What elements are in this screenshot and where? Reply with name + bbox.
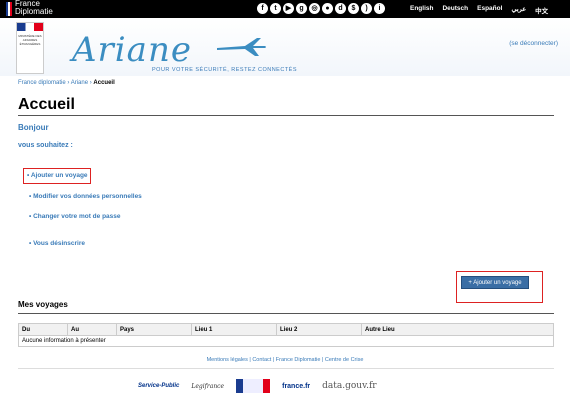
twitter-icon[interactable]: t (270, 3, 281, 14)
site-header: MINISTÈRE DES AFFAIRES ÉTRANGÈRES Ariane… (0, 18, 570, 76)
divider (18, 313, 554, 314)
service-public-logo[interactable]: Service-Public (138, 383, 179, 389)
lang-deutsch[interactable]: Deutsch (442, 5, 468, 15)
footer-logos: Service-Public Legifrance france.fr data… (138, 379, 377, 393)
facebook-icon[interactable]: f (257, 3, 268, 14)
app-logo[interactable]: Ariane (72, 30, 192, 70)
top-bar: France Diplomatie f t ▶ g ◎ ● d $ ) i En… (0, 0, 570, 18)
trips-table: Du Au Pays Lieu 1 Lieu 2 Autre Lieu Aucu… (18, 323, 554, 347)
youtube-icon[interactable]: ▶ (283, 3, 294, 14)
flag-icon (6, 2, 12, 16)
add-trip-button[interactable]: + Ajouter un voyage (461, 276, 529, 289)
table-row: Aucune information à présenter (18, 335, 554, 347)
add-trip-link[interactable]: • Ajouter un voyage (27, 172, 88, 179)
change-password-link[interactable]: • Changer votre mot de passe (29, 213, 121, 220)
data-gouv-logo[interactable]: data.gouv.fr (322, 381, 376, 391)
column-header-au[interactable]: Au (67, 323, 117, 336)
ministry-logo[interactable]: MINISTÈRE DES AFFAIRES ÉTRANGÈRES (16, 22, 44, 74)
lang-english[interactable]: English (410, 5, 433, 15)
trips-title: Mes voyages (18, 300, 68, 309)
lang-espanol[interactable]: Español (477, 5, 502, 15)
empty-message: Aucune information à présenter (18, 335, 554, 347)
instagram-icon[interactable]: ◎ (309, 3, 320, 14)
plane-icon (217, 38, 266, 56)
column-header-pays[interactable]: Pays (116, 323, 192, 336)
unsubscribe-link[interactable]: • Vous désinscrire (29, 240, 85, 247)
edit-personal-data-link[interactable]: • Modifier vos données personnelles (29, 193, 142, 200)
breadcrumb-item-ariane[interactable]: Ariane (71, 80, 88, 86)
france-diplomatie-logo[interactable]: France Diplomatie (6, 0, 64, 17)
footer-links[interactable]: Mentions légales | Contact | France Dipl… (0, 357, 570, 363)
info-icon[interactable]: i (374, 3, 385, 14)
column-header-du[interactable]: Du (18, 323, 68, 336)
app-slogan: POUR VOTRE SÉCURITÉ, RESTEZ CONNECTÉS (152, 67, 298, 73)
googleplus-icon[interactable]: g (296, 3, 307, 14)
rss-icon[interactable]: ) (361, 3, 372, 14)
gouvernement-logo[interactable] (236, 379, 271, 393)
lang-arabic[interactable]: عربي (511, 5, 526, 15)
divider (18, 115, 554, 116)
column-header-lieu-1[interactable]: Lieu 1 (191, 323, 277, 336)
social-icons: f t ▶ g ◎ ● d $ ) i (257, 3, 385, 14)
divider (18, 368, 554, 369)
lang-chinese[interactable]: 中文 (535, 5, 548, 15)
breadcrumb: France diplomatie › Ariane › Accueil (18, 80, 115, 86)
dailymotion-icon[interactable]: d (335, 3, 346, 14)
ministry-name: MINISTÈRE DES AFFAIRES ÉTRANGÈRES (18, 34, 42, 46)
france-fr-logo[interactable]: france.fr (282, 383, 310, 390)
language-switcher: English Deutsch Español عربي 中文 (410, 5, 548, 15)
logout-link[interactable]: (se déconnecter) (509, 40, 558, 47)
table-header-row: Du Au Pays Lieu 1 Lieu 2 Autre Lieu (18, 323, 554, 336)
breadcrumb-item-france-diplomatie[interactable]: France diplomatie (18, 80, 66, 86)
legifrance-logo[interactable]: Legifrance (191, 383, 224, 390)
page-title: Accueil (18, 96, 75, 113)
wish-label: vous souhaitez : (18, 142, 73, 149)
column-header-autre-lieu[interactable]: Autre Lieu (361, 323, 554, 336)
flickr-icon[interactable]: ● (322, 3, 333, 14)
logo-line-2: Diplomatie (15, 7, 53, 16)
column-header-lieu-2[interactable]: Lieu 2 (276, 323, 362, 336)
breadcrumb-item-accueil: Accueil (93, 80, 115, 86)
link-icon[interactable]: $ (348, 3, 359, 14)
greeting: Bonjour (18, 123, 49, 132)
